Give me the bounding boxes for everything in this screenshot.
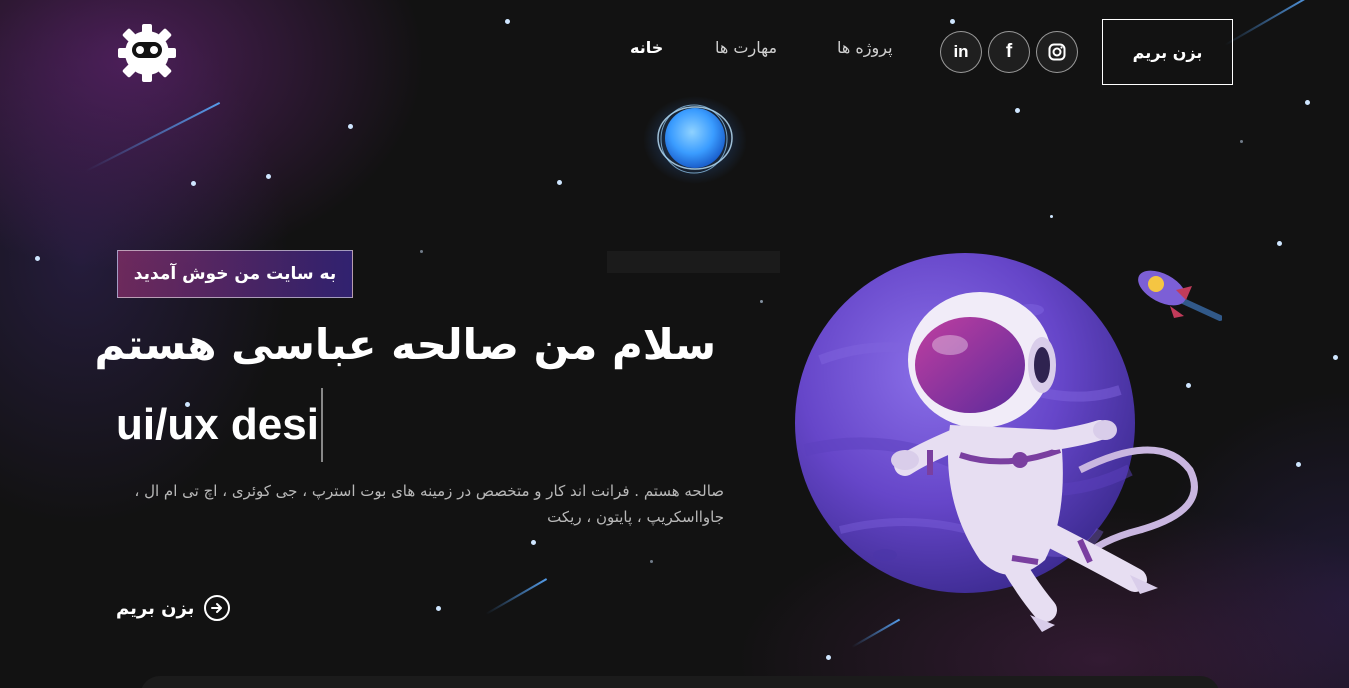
star: [760, 300, 763, 303]
shooting-star: [1224, 0, 1313, 46]
nav-link-projects[interactable]: پروژه ها: [837, 38, 893, 57]
linkedin-icon: in: [953, 42, 969, 61]
typed-text: ui/ux desi: [116, 400, 319, 449]
lets-go-link[interactable]: بزن بریم: [116, 593, 231, 623]
star: [650, 560, 653, 563]
placeholder-box: [607, 251, 780, 273]
star: [420, 250, 423, 253]
lets-connect-button[interactable]: بزن بریم: [1102, 19, 1233, 85]
arrow-right-circle-icon: [204, 595, 231, 621]
typed-role: ui/ux desi: [116, 388, 323, 462]
star: [1296, 462, 1301, 467]
star: [826, 655, 831, 660]
star: [1333, 355, 1338, 360]
facebook-button[interactable]: f: [988, 31, 1030, 73]
star: [505, 19, 510, 24]
star: [1240, 140, 1243, 143]
star: [436, 606, 441, 611]
star: [1050, 215, 1053, 218]
star: [1015, 108, 1020, 113]
hero-description: صالحه هستم . فرانت اند کار و متخصص در زم…: [134, 482, 724, 526]
star: [950, 19, 955, 24]
lets-go-label: بزن بریم: [116, 597, 195, 619]
star: [348, 124, 353, 129]
welcome-tagline: به سایت من خوش آمدید: [117, 250, 353, 298]
site-logo[interactable]: [116, 22, 178, 84]
next-section-edge: [140, 676, 1220, 688]
star: [266, 174, 271, 179]
page-title: سلام من صالحه عباسی هستم: [94, 320, 716, 369]
star: [1305, 100, 1310, 105]
instagram-button[interactable]: [1036, 31, 1078, 73]
facebook-icon: f: [1005, 41, 1013, 62]
linkedin-button[interactable]: in: [940, 31, 982, 73]
nav-link-home[interactable]: خانه: [630, 38, 663, 57]
instagram-icon: [1048, 43, 1066, 61]
rocket-icon: [1138, 270, 1222, 321]
gear-robot-icon: [118, 24, 176, 82]
shooting-star: [485, 578, 548, 615]
star: [531, 540, 536, 545]
typing-caret: [320, 388, 323, 462]
shooting-star: [85, 102, 221, 172]
blue-planet-icon: [643, 96, 747, 184]
star: [191, 181, 196, 186]
nav-link-skills[interactable]: مهارت ها: [715, 38, 777, 57]
star: [35, 256, 40, 261]
star: [1277, 241, 1282, 246]
star: [557, 180, 562, 185]
